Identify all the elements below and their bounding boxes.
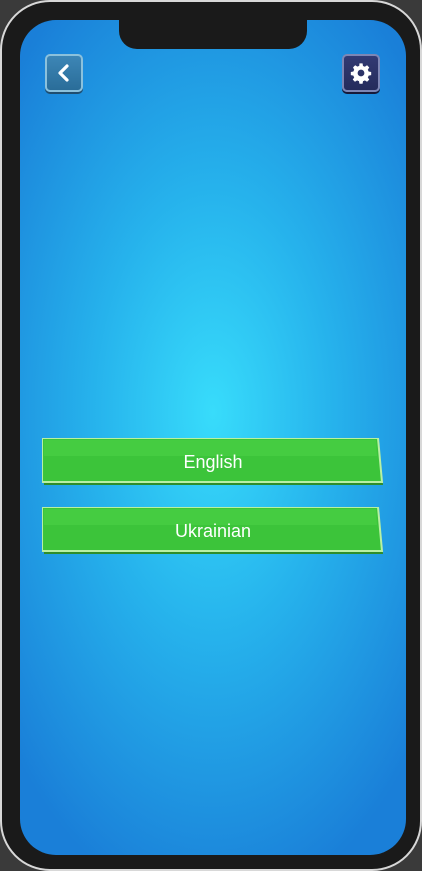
- phone-frame: English Ukrainian: [0, 0, 422, 871]
- screen: English Ukrainian: [20, 20, 406, 855]
- language-button-english[interactable]: English: [42, 438, 384, 487]
- language-label-english: English: [183, 452, 243, 472]
- chevron-left-icon: [58, 64, 69, 82]
- gear-icon: [350, 63, 372, 84]
- notch: [119, 20, 307, 49]
- language-label-ukrainian: Ukrainian: [174, 521, 252, 541]
- back-button[interactable]: [45, 54, 83, 92]
- language-button-ukrainian[interactable]: Ukrainian: [42, 507, 384, 556]
- settings-button[interactable]: [342, 54, 380, 92]
